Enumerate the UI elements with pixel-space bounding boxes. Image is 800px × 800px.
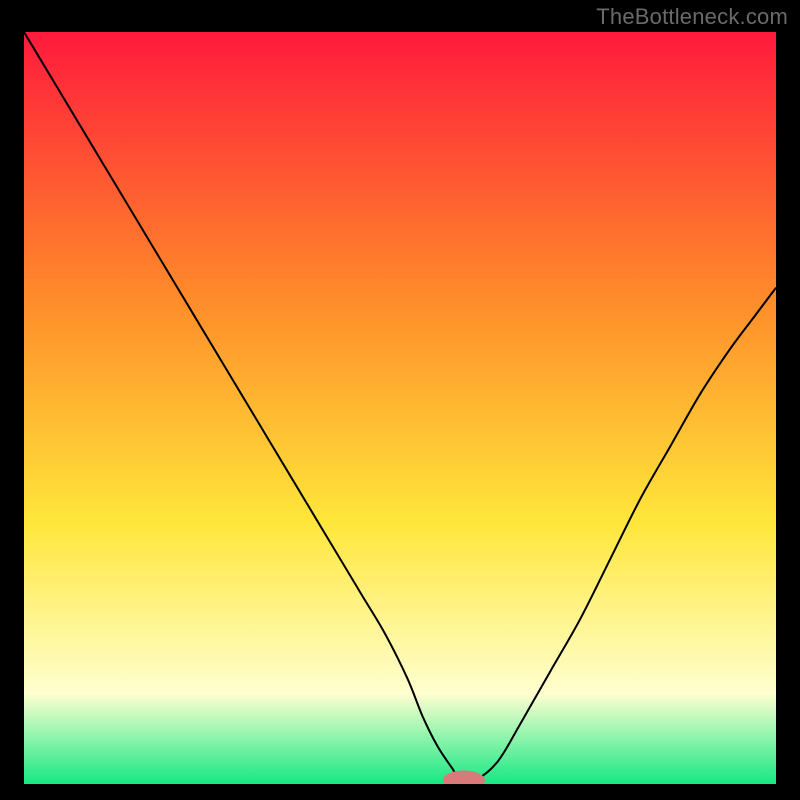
chart-frame: TheBottleneck.com	[0, 0, 800, 800]
attribution-label: TheBottleneck.com	[596, 4, 788, 30]
bottleneck-chart	[24, 32, 776, 784]
plot-area	[24, 32, 776, 784]
gradient-background	[24, 32, 776, 784]
